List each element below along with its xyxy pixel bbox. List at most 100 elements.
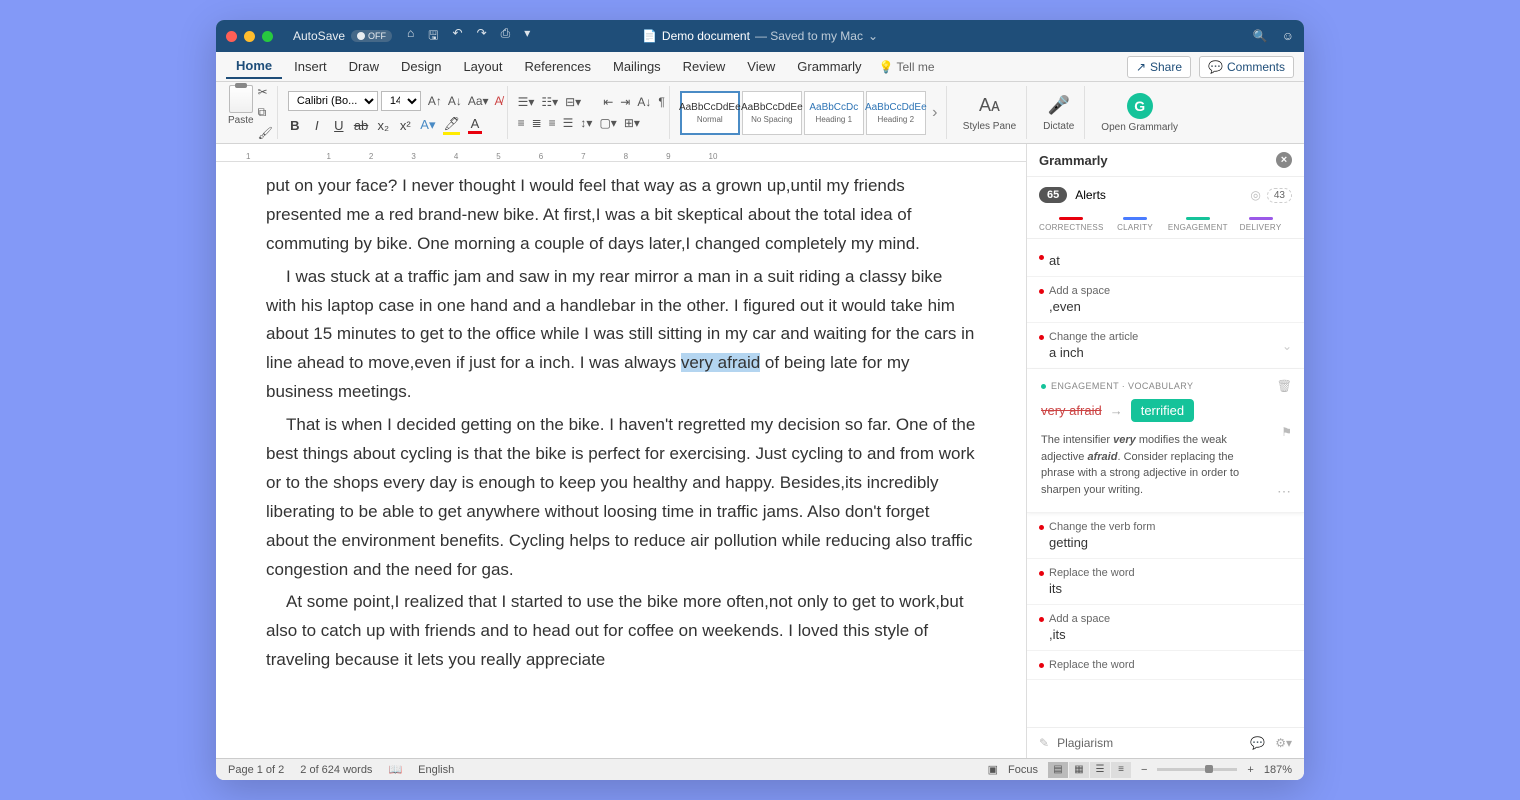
document-title[interactable]: 📄 Demo document — Saved to my Mac ⌄ bbox=[642, 29, 878, 43]
outline-view[interactable]: ☰ bbox=[1090, 762, 1110, 778]
tab-home[interactable]: Home bbox=[226, 54, 282, 79]
justify-icon[interactable]: ☰ bbox=[563, 116, 574, 130]
focus-mode-icon[interactable]: ▣ bbox=[988, 763, 998, 776]
suggestion-card[interactable]: Replace the word its bbox=[1027, 559, 1304, 605]
underline-button[interactable]: U bbox=[332, 118, 346, 133]
grow-font-icon[interactable]: A↑ bbox=[428, 94, 442, 108]
font-size-select[interactable]: 14 bbox=[381, 91, 421, 111]
strikethrough-button[interactable]: ab bbox=[354, 118, 368, 133]
minimize-window-button[interactable] bbox=[244, 31, 255, 42]
multilevel-list-icon[interactable]: ⊟▾ bbox=[565, 95, 581, 109]
close-window-button[interactable] bbox=[226, 31, 237, 42]
plagiarism-button[interactable]: Plagiarism bbox=[1057, 736, 1113, 750]
tab-draw[interactable]: Draw bbox=[339, 55, 389, 78]
style-no-spacing[interactable]: AaBbCcDdEeNo Spacing bbox=[742, 91, 802, 135]
focus-label[interactable]: Focus bbox=[1008, 764, 1038, 776]
tab-engagement[interactable]: ENGAGEMENT bbox=[1166, 213, 1229, 238]
settings-icon[interactable]: ⚙▾ bbox=[1275, 736, 1292, 750]
tell-me-search[interactable]: 💡Tell me bbox=[879, 60, 935, 74]
suggestion-card[interactable]: Add a space ,its bbox=[1027, 605, 1304, 651]
zoom-out-button[interactable]: − bbox=[1141, 764, 1147, 776]
clear-formatting-icon[interactable]: A̸ bbox=[495, 94, 503, 108]
highlighted-text[interactable]: very afraid bbox=[681, 353, 760, 372]
style-heading-1[interactable]: AaBbCcDcHeading 1 bbox=[804, 91, 864, 135]
draft-view[interactable]: ≡ bbox=[1111, 762, 1131, 778]
paste-button[interactable]: Paste bbox=[228, 85, 254, 126]
copy-icon[interactable]: ⧉ bbox=[258, 105, 273, 120]
bold-button[interactable]: B bbox=[288, 118, 302, 133]
home-icon[interactable]: ⌂ bbox=[407, 26, 414, 47]
align-left-icon[interactable]: ≡ bbox=[518, 116, 525, 130]
tab-design[interactable]: Design bbox=[391, 55, 451, 78]
cut-icon[interactable]: ✂ bbox=[258, 85, 273, 99]
more-icon[interactable]: ⋯ bbox=[1277, 483, 1292, 500]
horizontal-ruler[interactable]: 112345678910 bbox=[216, 144, 1026, 162]
dismiss-icon[interactable]: 🗑 bbox=[1277, 379, 1292, 393]
tab-layout[interactable]: Layout bbox=[453, 55, 512, 78]
bullets-icon[interactable]: ☰▾ bbox=[518, 95, 535, 109]
suggestion-card[interactable]: Replace the word bbox=[1027, 651, 1304, 680]
performance-score[interactable]: 43 bbox=[1267, 188, 1292, 203]
line-spacing-icon[interactable]: ↕▾ bbox=[580, 116, 592, 130]
expand-chevron-icon[interactable]: ⌄ bbox=[1282, 339, 1292, 353]
suggestion-card[interactable]: at bbox=[1027, 243, 1304, 277]
highlight-button[interactable]: 🖊 bbox=[443, 116, 460, 135]
tab-correctness[interactable]: CORRECTNESS bbox=[1039, 213, 1104, 238]
page-indicator[interactable]: Page 1 of 2 bbox=[228, 764, 284, 776]
increase-indent-icon[interactable]: ⇥ bbox=[620, 95, 630, 109]
word-count[interactable]: 2 of 624 words bbox=[300, 764, 372, 776]
paragraph[interactable]: put on your face? I never thought I woul… bbox=[266, 172, 976, 259]
redo-icon[interactable]: ↷ bbox=[477, 26, 487, 47]
suggestion-card[interactable]: Add a space ,even bbox=[1027, 277, 1304, 323]
sort-icon[interactable]: A↓ bbox=[637, 95, 651, 109]
borders-icon[interactable]: ⊞▾ bbox=[624, 116, 640, 130]
shrink-font-icon[interactable]: A↓ bbox=[448, 94, 462, 108]
suggestion-card[interactable]: Change the article a inch ⌄ bbox=[1027, 323, 1304, 369]
customize-qat-icon[interactable]: ▾ bbox=[524, 26, 530, 47]
web-layout-view[interactable]: ▦ bbox=[1069, 762, 1089, 778]
print-icon[interactable]: ⎙ bbox=[501, 26, 511, 47]
tab-review[interactable]: Review bbox=[673, 55, 736, 78]
tab-clarity[interactable]: CLARITY bbox=[1104, 213, 1167, 238]
decrease-indent-icon[interactable]: ⇤ bbox=[603, 95, 613, 109]
show-marks-icon[interactable]: ¶ bbox=[658, 95, 664, 109]
account-icon[interactable]: ☺ bbox=[1282, 29, 1294, 43]
chevron-down-icon[interactable]: ⌄ bbox=[868, 29, 878, 43]
zoom-in-button[interactable]: + bbox=[1247, 764, 1253, 776]
maximize-window-button[interactable] bbox=[262, 31, 273, 42]
flag-icon[interactable]: ⚑ bbox=[1281, 425, 1292, 439]
print-layout-view[interactable]: ▤ bbox=[1048, 762, 1068, 778]
italic-button[interactable]: I bbox=[310, 118, 324, 133]
style-normal[interactable]: AaBbCcDdEeNormal bbox=[680, 91, 740, 135]
search-icon[interactable]: 🔍 bbox=[1253, 29, 1268, 43]
close-panel-icon[interactable]: × bbox=[1276, 152, 1292, 168]
dictate-button[interactable]: 🎤 Dictate bbox=[1037, 94, 1080, 132]
change-case-icon[interactable]: Aa▾ bbox=[468, 94, 489, 108]
tab-grammarly[interactable]: Grammarly bbox=[787, 55, 871, 78]
save-icon[interactable]: 🖫 bbox=[428, 26, 438, 47]
comments-button[interactable]: 💬 Comments bbox=[1199, 56, 1294, 78]
paragraph[interactable]: At some point,I realized that I started … bbox=[266, 588, 976, 675]
tab-insert[interactable]: Insert bbox=[284, 55, 337, 78]
share-button[interactable]: ↗ Share bbox=[1127, 56, 1191, 78]
document-page[interactable]: put on your face? I never thought I woul… bbox=[216, 162, 1026, 758]
align-right-icon[interactable]: ≡ bbox=[549, 116, 556, 130]
tab-view[interactable]: View bbox=[737, 55, 785, 78]
suggestion-card[interactable]: Change the verb form getting bbox=[1027, 513, 1304, 559]
styles-more-icon[interactable]: › bbox=[928, 91, 942, 135]
style-heading-2[interactable]: AaBbCcDdEeHeading 2 bbox=[866, 91, 926, 135]
font-family-select[interactable]: Calibri (Bo... bbox=[288, 91, 378, 111]
undo-icon[interactable]: ↶ bbox=[453, 26, 463, 47]
superscript-button[interactable]: x² bbox=[398, 118, 412, 133]
paragraph[interactable]: I was stuck at a traffic jam and saw in … bbox=[266, 263, 976, 407]
tab-mailings[interactable]: Mailings bbox=[603, 55, 671, 78]
autosave-toggle[interactable]: AutoSave OFF bbox=[293, 29, 392, 43]
suggestions-list[interactable]: at Add a space ,even Change the article … bbox=[1027, 239, 1304, 727]
subscript-button[interactable]: x₂ bbox=[376, 118, 390, 133]
tab-references[interactable]: References bbox=[515, 55, 601, 78]
format-painter-icon[interactable]: 🖌 bbox=[258, 126, 273, 140]
shading-icon[interactable]: ▢▾ bbox=[599, 116, 616, 130]
replacement-chip[interactable]: terrified bbox=[1131, 399, 1194, 422]
feedback-icon[interactable]: 💬 bbox=[1250, 736, 1265, 750]
font-color-button[interactable]: A bbox=[468, 116, 482, 134]
